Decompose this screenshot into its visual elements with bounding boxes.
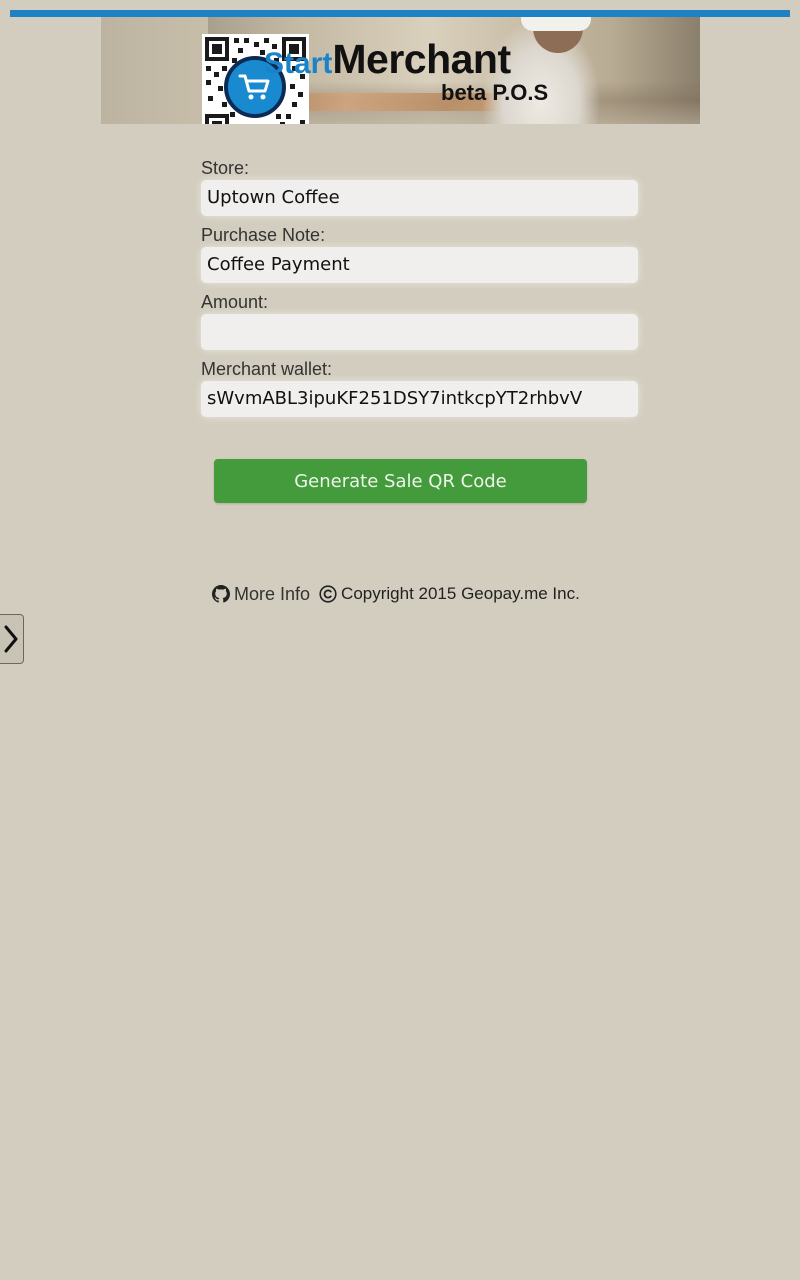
github-icon — [212, 585, 230, 603]
more-info-link[interactable]: More Info — [212, 584, 310, 605]
purchase-note-input[interactable] — [201, 247, 638, 283]
merchant-wallet-input[interactable] — [201, 381, 638, 417]
copyright-text: Copyright 2015 Geopay.me Inc. — [341, 584, 580, 603]
generate-sale-qr-button[interactable]: Generate Sale QR Code — [214, 459, 587, 503]
brand-subtitle: beta P.O.S — [441, 80, 549, 105]
footer: More Info Copyright 2015 Geopay.me Inc. — [212, 582, 580, 606]
brand-merchant: Merchant — [332, 36, 511, 82]
brand-start: Start — [264, 47, 333, 80]
sale-form: Store: Purchase Note: Amount: Merchant w… — [201, 156, 638, 424]
banner-photo-chef-hat — [521, 17, 591, 31]
more-info-label: More Info — [234, 583, 311, 604]
purchase-note-label: Purchase Note: — [201, 225, 326, 245]
merchant-wallet-label: Merchant wallet: — [201, 359, 333, 379]
top-accent-bar — [10, 10, 790, 17]
chevron-right-icon — [4, 625, 18, 653]
brand-title: StartMerchant — [264, 36, 511, 83]
store-label: Store: — [201, 158, 250, 178]
amount-label: Amount: — [201, 292, 269, 312]
amount-input[interactable] — [201, 314, 638, 350]
copyright-icon — [319, 585, 337, 603]
store-input[interactable] — [201, 180, 638, 216]
side-panel-toggle[interactable] — [0, 614, 24, 664]
